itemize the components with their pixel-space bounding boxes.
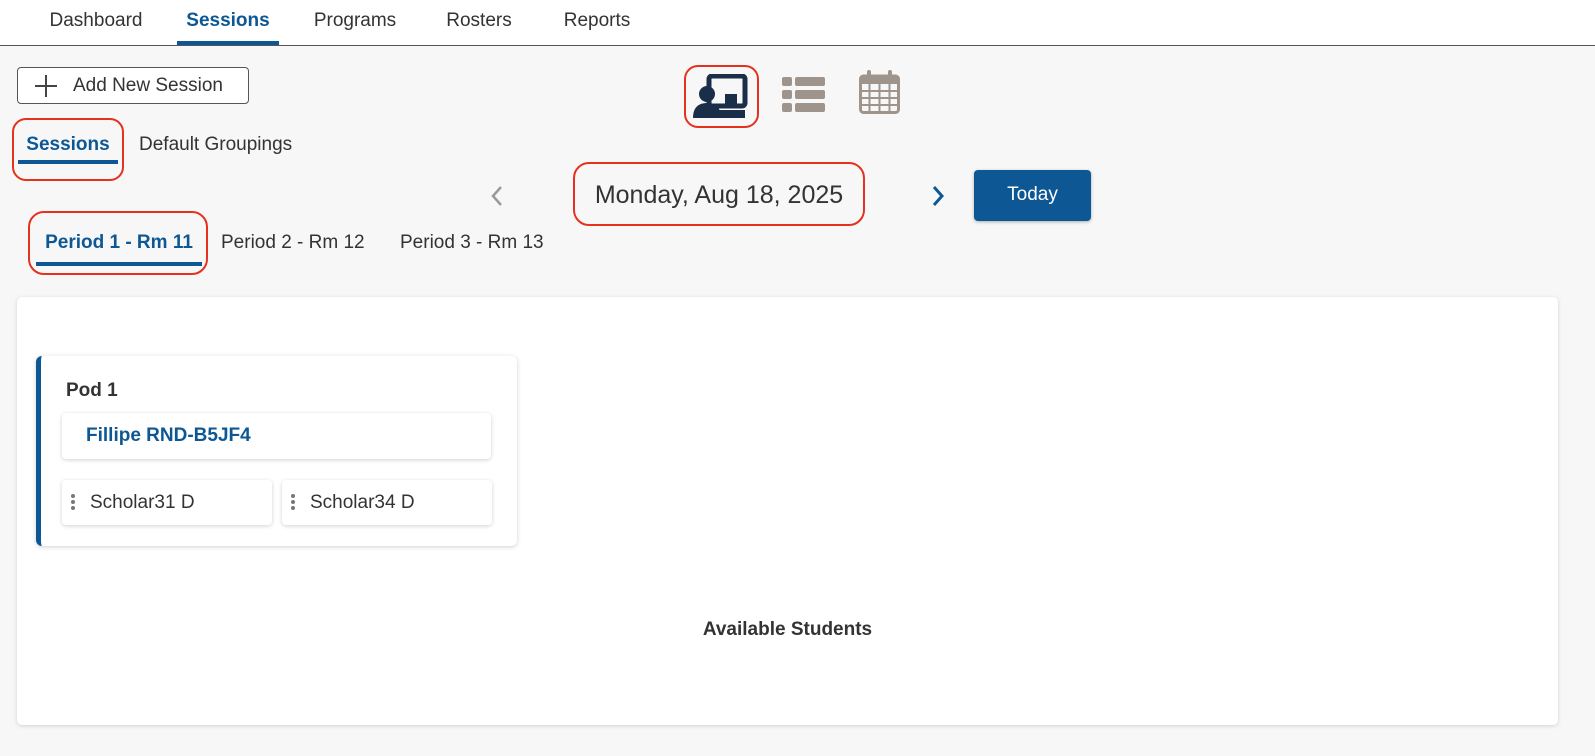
nav-sessions[interactable]: Sessions [177,0,279,45]
previous-day-chevron-icon[interactable] [489,184,505,208]
nav-dashboard[interactable]: Dashboard [43,0,149,45]
next-day-chevron-icon[interactable] [930,184,946,208]
current-date: Monday, Aug 18, 2025 [594,181,844,209]
today-button[interactable]: Today [974,170,1091,221]
pod-title: Pod 1 [66,380,118,401]
calendar-view-icon[interactable] [859,70,900,114]
student-card[interactable]: Scholar31 D [62,480,272,525]
tab-sessions[interactable]: Sessions [18,130,118,164]
tab-default-groupings[interactable]: Default Groupings [139,130,292,164]
add-new-session-button[interactable]: Add New Session [17,67,249,104]
nav-programs[interactable]: Programs [307,0,403,45]
student-name: Scholar34 D [310,492,415,513]
student-name: Scholar31 D [90,492,195,513]
tab-period-2[interactable]: Period 2 - Rm 12 [221,230,365,266]
pod-leader[interactable]: Fillipe RND-B5JF4 [62,413,491,459]
tab-period-3[interactable]: Period 3 - Rm 13 [400,230,544,266]
list-view-icon[interactable] [782,77,825,112]
add-new-session-label: Add New Session [73,74,223,96]
classroom-view-icon[interactable] [693,74,749,120]
drag-handle-icon[interactable] [291,494,295,510]
available-students-heading: Available Students [702,619,873,640]
student-card[interactable]: Scholar34 D [282,480,492,525]
plus-icon [35,74,57,97]
nav-reports[interactable]: Reports [558,0,636,45]
top-nav: Dashboard Sessions Programs Rosters Repo… [0,0,1595,46]
tab-period-1[interactable]: Period 1 - Rm 11 [36,230,202,266]
nav-rosters[interactable]: Rosters [442,0,516,45]
drag-handle-icon[interactable] [71,494,75,510]
